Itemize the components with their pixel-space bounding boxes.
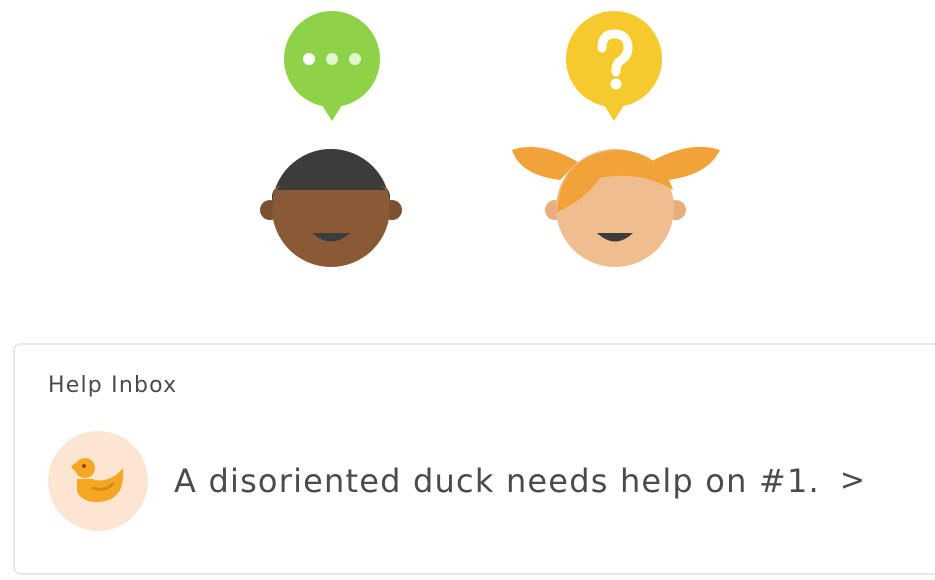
girl-avatar-icon: [512, 146, 720, 267]
help-message: A disoriented duck needs help on #1.: [174, 462, 820, 500]
help-inbox-card: Help Inbox A disoriented duck needs help…: [13, 343, 935, 575]
question-speech-bubble-icon: [566, 11, 662, 121]
duck-icon: [71, 458, 124, 502]
help-inbox-title: Help Inbox: [48, 373, 178, 398]
ellipsis-speech-bubble-icon: [284, 11, 380, 121]
boy-avatar-icon: [260, 149, 402, 267]
help-inbox-item[interactable]: A disoriented duck needs help on #1. >: [48, 431, 918, 531]
hero-illustration: [0, 0, 935, 300]
help-screen: Help Inbox A disoriented duck needs help…: [0, 0, 935, 580]
hero-svg: [260, 11, 720, 267]
chevron-right-icon: >: [839, 463, 866, 498]
duck-avatar: [48, 431, 148, 531]
